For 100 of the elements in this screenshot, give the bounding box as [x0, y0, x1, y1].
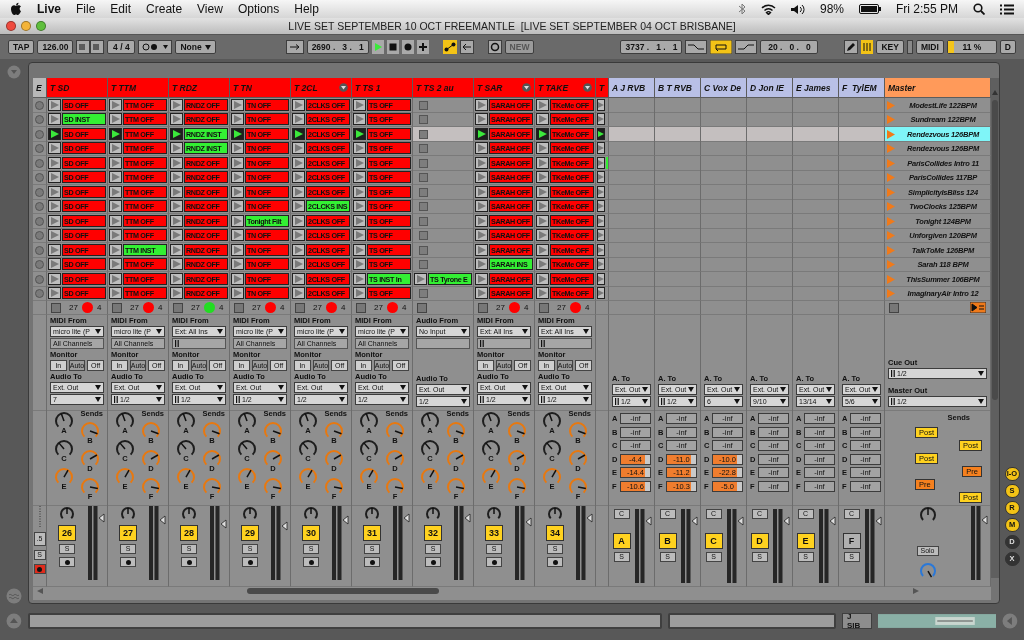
clip-play-button[interactable]: [597, 273, 605, 285]
tap-button[interactable]: TAP: [8, 40, 35, 54]
clip-play-button[interactable]: [109, 200, 122, 212]
clip-play-button[interactable]: [48, 229, 61, 241]
clip-slot[interactable]: [655, 98, 701, 113]
clip-play-button[interactable]: [170, 287, 183, 299]
clip-slot[interactable]: [839, 199, 885, 214]
midi-map-button[interactable]: MIDI: [915, 40, 944, 54]
clip-play-button[interactable]: [109, 142, 122, 154]
clip-slot[interactable]: [839, 243, 885, 258]
key-map-button[interactable]: KEY: [876, 40, 904, 54]
menu-clock[interactable]: Fri 2:55 PM: [896, 2, 958, 16]
clip-slot[interactable]: [701, 170, 747, 185]
clip-play-button[interactable]: [231, 171, 244, 183]
clip-slot[interactable]: [609, 98, 655, 113]
clip-play-button[interactable]: [353, 215, 366, 227]
clip-play-button[interactable]: [353, 186, 366, 198]
level-meter[interactable]: [331, 506, 349, 580]
level-meter[interactable]: [680, 509, 698, 583]
clip-play-button[interactable]: [353, 142, 366, 154]
record-icon[interactable]: [401, 40, 414, 54]
clip-play-button[interactable]: [109, 229, 122, 241]
clip-slot[interactable]: [609, 228, 655, 243]
arm-button[interactable]: [486, 557, 502, 567]
clip-play-button[interactable]: [170, 215, 183, 227]
track-header[interactable]: T TS 1: [352, 78, 413, 98]
clip-play-button[interactable]: [536, 200, 549, 212]
clip-slot[interactable]: [839, 156, 885, 171]
clip-play-button[interactable]: [109, 258, 122, 270]
arm-toggle-icon[interactable]: [478, 302, 488, 313]
clip-play-button[interactable]: [475, 113, 488, 125]
clip-slot[interactable]: [413, 199, 474, 214]
track-header[interactable]: D Jon IE: [747, 78, 793, 98]
arm-button[interactable]: [59, 557, 75, 567]
level-meter[interactable]: [87, 506, 105, 580]
arm-button[interactable]: [547, 557, 563, 567]
clip-slot[interactable]: [701, 257, 747, 272]
clip-play-button[interactable]: [231, 287, 244, 299]
arm-button[interactable]: [364, 557, 380, 567]
level-meter[interactable]: [772, 509, 790, 583]
disk-button[interactable]: D: [999, 40, 1016, 54]
clip-slot[interactable]: [747, 243, 793, 258]
clip-play-button[interactable]: [353, 287, 366, 299]
clip-play-button[interactable]: [475, 200, 488, 212]
clip-slot[interactable]: [609, 257, 655, 272]
clip-slot[interactable]: [793, 185, 839, 200]
menu-icon[interactable]: [583, 83, 592, 92]
punch-in-icon[interactable]: [685, 40, 708, 54]
clip-slot[interactable]: [839, 214, 885, 229]
clip-slot[interactable]: [839, 170, 885, 185]
clip-play-button[interactable]: [48, 157, 61, 169]
clip-play-button[interactable]: [292, 229, 305, 241]
clip-slot[interactable]: [413, 141, 474, 156]
clip-play-button[interactable]: [48, 142, 61, 154]
clip-slot[interactable]: [701, 286, 747, 301]
track-activator[interactable]: 33: [485, 525, 503, 541]
clip-slot[interactable]: [793, 286, 839, 301]
clip-slot[interactable]: [655, 141, 701, 156]
clip-slot[interactable]: [701, 127, 747, 142]
clip-play-button[interactable]: [292, 287, 305, 299]
clip-play-button[interactable]: [292, 171, 305, 183]
clip-play-button[interactable]: [353, 99, 366, 111]
clip-slot[interactable]: [413, 228, 474, 243]
clip-slot[interactable]: [609, 199, 655, 214]
clip-play-button[interactable]: [170, 273, 183, 285]
clip-play-button[interactable]: [48, 244, 61, 256]
clip-slot[interactable]: [747, 141, 793, 156]
clip-play-button[interactable]: [292, 273, 305, 285]
clip-play-button[interactable]: [109, 287, 122, 299]
clip-slot[interactable]: [793, 272, 839, 287]
clip-slot[interactable]: [747, 272, 793, 287]
clip-play-button[interactable]: [109, 113, 122, 125]
arm-toggle-icon[interactable]: [539, 302, 549, 313]
clip-slot[interactable]: [701, 272, 747, 287]
clip-slot[interactable]: [609, 243, 655, 258]
clip-play-button[interactable]: [536, 157, 549, 169]
clip-slot[interactable]: [793, 170, 839, 185]
clip-play-button[interactable]: [48, 215, 61, 227]
clip-slot[interactable]: [413, 185, 474, 200]
clip-play-button[interactable]: [292, 157, 305, 169]
menu-item[interactable]: View: [197, 2, 223, 16]
clip-play-button[interactable]: [170, 113, 183, 125]
clip-play-button[interactable]: [231, 142, 244, 154]
clip-play-button[interactable]: [475, 273, 488, 285]
clip-slot[interactable]: [839, 185, 885, 200]
clip-slot[interactable]: [701, 141, 747, 156]
clip-play-button[interactable]: [597, 157, 605, 169]
clip-slot[interactable]: [413, 170, 474, 185]
level-meter[interactable]: [818, 509, 836, 583]
clip-play-button[interactable]: [292, 186, 305, 198]
clip-play-button[interactable]: [292, 113, 305, 125]
clip-play-button[interactable]: [48, 273, 61, 285]
bluetooth-icon[interactable]: [737, 3, 746, 15]
clip-slot[interactable]: [413, 243, 474, 258]
clip-slot[interactable]: [793, 127, 839, 142]
clip-slot[interactable]: [839, 141, 885, 156]
track-header[interactable]: E James: [793, 78, 839, 98]
clip-play-button[interactable]: [231, 113, 244, 125]
arm-button[interactable]: [120, 557, 136, 567]
session-record-icon[interactable]: [487, 40, 502, 54]
